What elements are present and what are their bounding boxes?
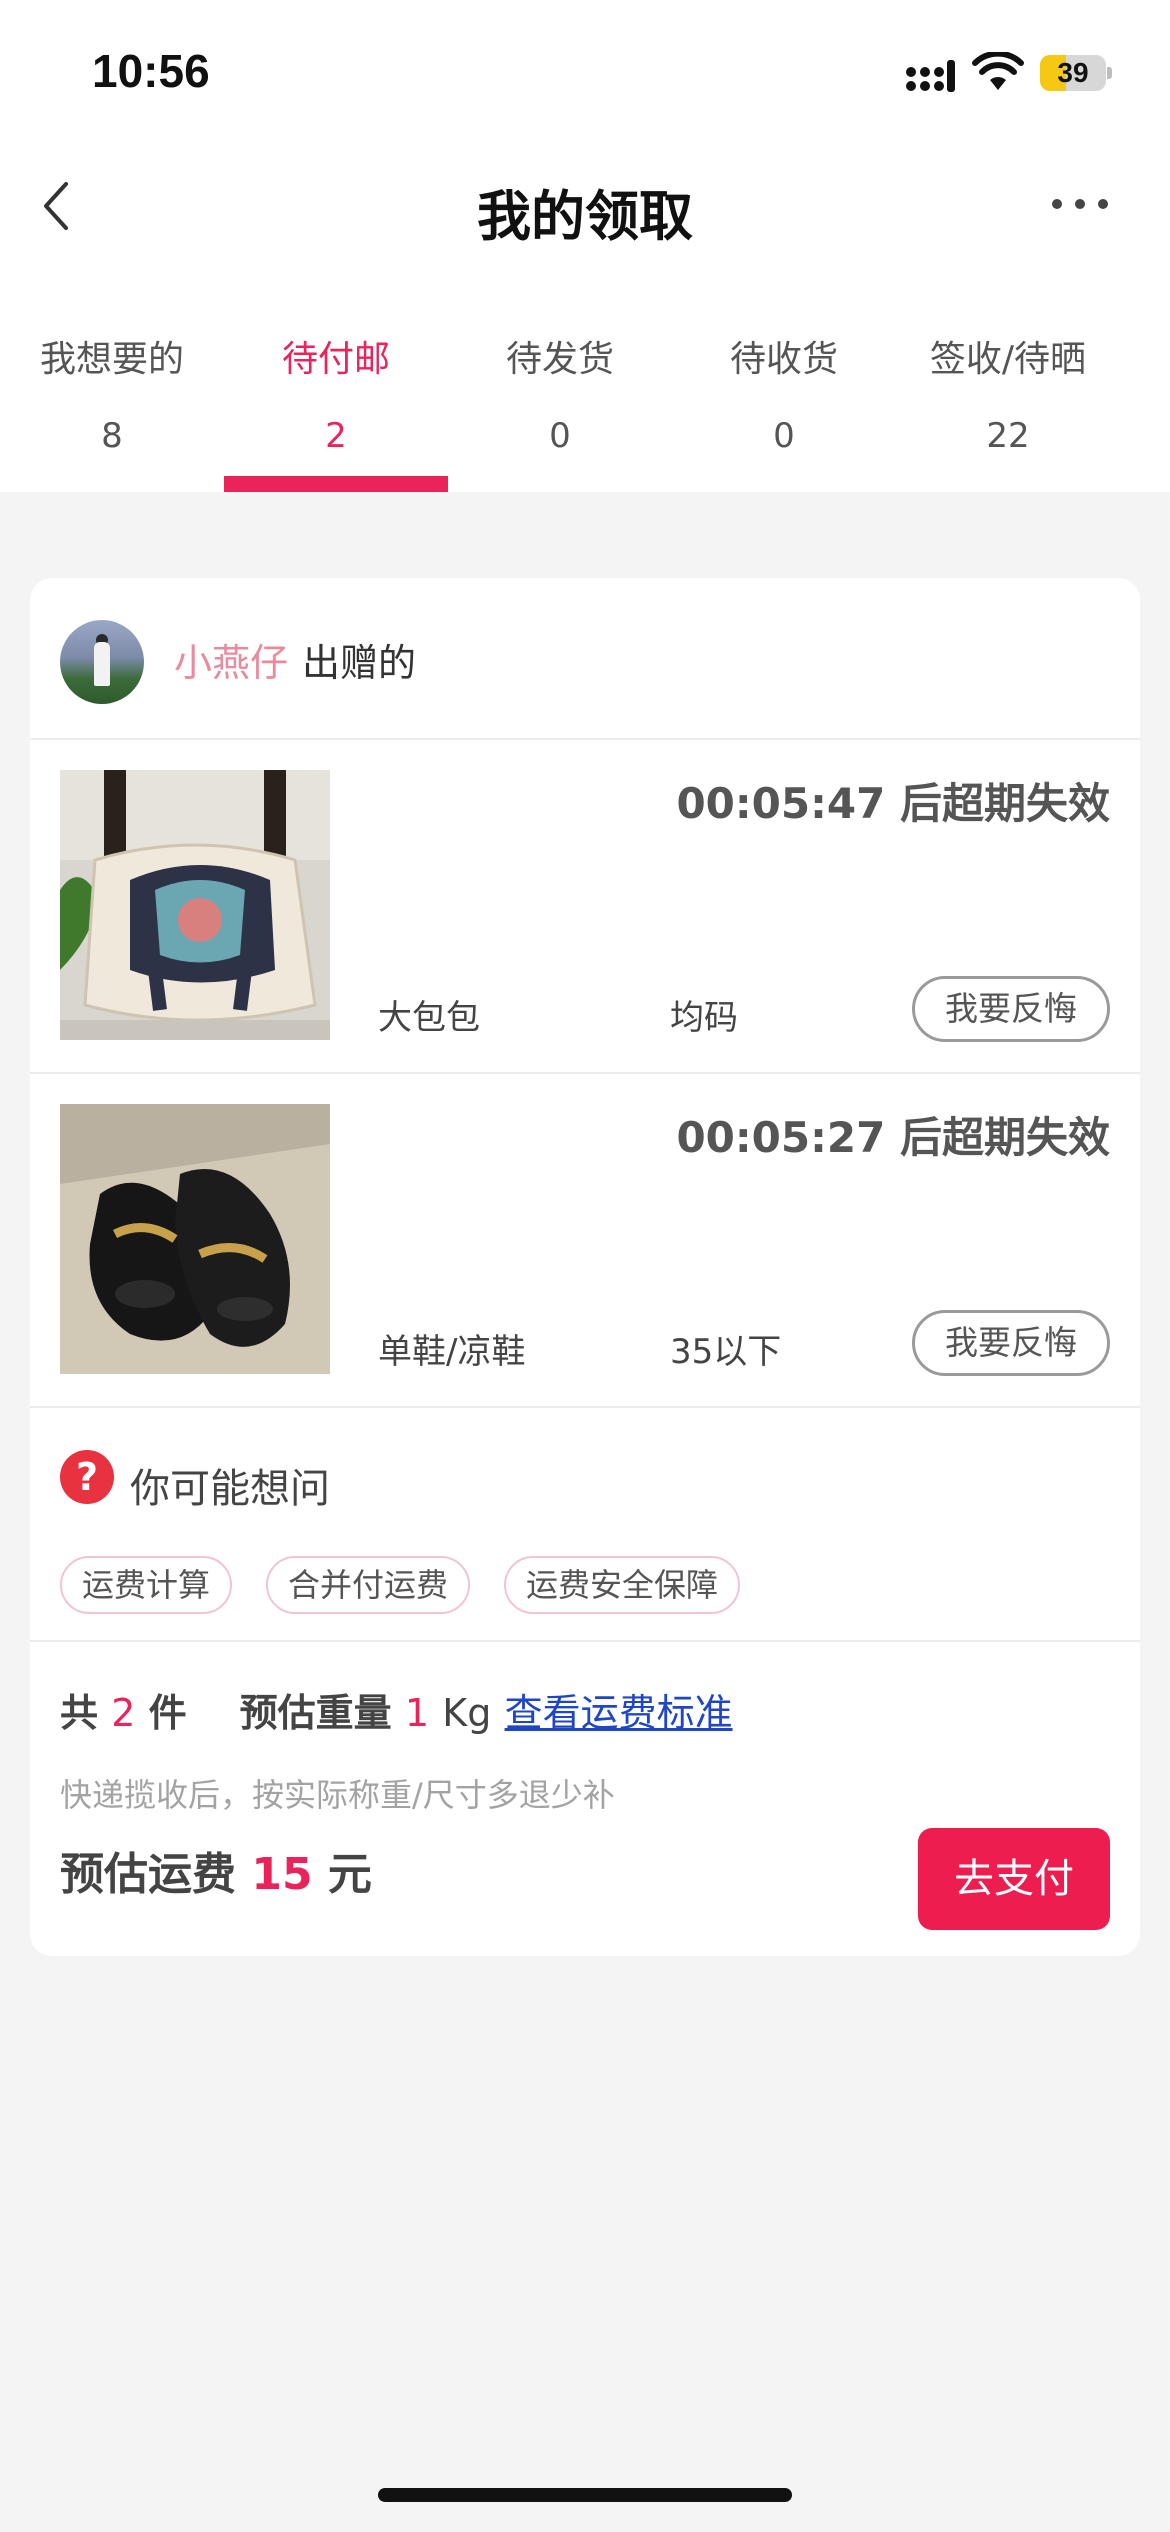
item-countdown: 00:05:47 后超期失效 [676,779,1110,828]
item-size: 均码 [670,998,738,1038]
tab-count: 8 [101,416,123,456]
fee-unit: 元 [327,1849,372,1900]
tab-count: 2 [325,416,347,456]
tab-label: 待发货 [505,339,614,380]
tab-count: 0 [773,416,795,456]
item-image-shoes[interactable] [60,1104,330,1374]
cellular-signal-icon [906,60,955,92]
fee-value: 15 [251,1849,313,1900]
avatar[interactable] [60,620,144,704]
battery-icon: 39 [1040,55,1112,91]
faq-section: ? 你可能想问 运费计算 合并付运费 运费安全保障 [30,1408,1140,1642]
faq-chips: 运费计算 合并付运费 运费安全保障 [60,1556,741,1614]
giver-header[interactable]: 小燕仔 出赠的 [30,578,1140,740]
weight-value: 1 [404,1691,430,1735]
status-time: 10:56 [92,45,210,97]
more-options-icon[interactable] [1052,196,1108,212]
tab-pending-postage[interactable]: 待付邮 2 [224,262,448,492]
fee-label: 预估运费 [60,1849,236,1900]
total-count: 2 [111,1691,136,1735]
tab-wanted[interactable]: 我想要的 8 [0,262,224,492]
item-size: 35以下 [670,1332,782,1372]
list-item[interactable]: 00:05:47 后超期失效 大包包 均码 我要反悔 [30,740,1140,1074]
item-countdown: 00:05:27 后超期失效 [676,1113,1110,1162]
item-category: 大包包 [378,998,480,1038]
fee-standard-link[interactable]: 查看运费标准 [505,1691,733,1735]
giver-suffix: 出赠的 [302,641,417,685]
tab-label: 待付邮 [281,339,390,380]
cancel-claim-button[interactable]: 我要反悔 [912,1310,1110,1376]
faq-chip-shipping-calc[interactable]: 运费计算 [60,1556,233,1614]
home-indicator[interactable] [378,2488,792,2502]
faq-chip-combined-shipping[interactable]: 合并付运费 [266,1556,471,1614]
page-title: 我的领取 [477,185,693,248]
tab-label: 我想要的 [39,339,184,380]
status-bar: 10:56 39 [0,0,1170,150]
item-category: 单鞋/凉鞋 [378,1332,526,1372]
giver-name[interactable]: 小燕仔 [174,632,288,687]
active-tab-indicator [224,476,448,492]
tab-received-review[interactable]: 签收/待晒 22 [896,262,1120,492]
question-icon: ? [60,1450,114,1504]
weight-note: 快递揽收后，按实际称重/尺寸多退少补 [60,1776,615,1814]
pay-button[interactable]: 去支付 [918,1828,1110,1930]
faq-chip-shipping-guarantee[interactable]: 运费安全保障 [504,1556,741,1614]
tab-label: 待收货 [729,339,838,380]
faq-title: 你可能想问 [130,1466,330,1512]
cancel-claim-button[interactable]: 我要反悔 [912,976,1110,1042]
order-card: 小燕仔 出赠的 00:05:47 后超期失效 大包包 均码 我要反悔 00:05… [30,578,1140,1956]
weight-label: 预估重量 [239,1691,392,1735]
item-image-bag[interactable] [60,770,330,1040]
tab-pending-receipt[interactable]: 待收货 0 [672,262,896,492]
nav-bar: 我的领取 [0,150,1170,262]
list-item[interactable]: 00:05:27 后超期失效 单鞋/凉鞋 35以下 我要反悔 [30,1074,1140,1408]
wifi-icon [972,52,1024,90]
tab-count: 0 [549,416,571,456]
total-prefix: 共 [60,1691,99,1735]
payment-summary: 共 2 件 预估重量 1 Kg 查看运费标准 快递揽收后，按实际称重/尺寸多退少… [30,1642,1140,1952]
tab-count: 22 [986,416,1030,456]
total-suffix: 件 [148,1691,187,1735]
weight-unit: Kg [442,1691,492,1735]
estimated-fee: 预估运费 15 元 [60,1838,372,1902]
tab-label: 签收/待晒 [929,339,1087,380]
summary-line: 共 2 件 预估重量 1 Kg 查看运费标准 [60,1682,733,1737]
tab-pending-shipment[interactable]: 待发货 0 [448,262,672,492]
battery-level: 39 [1057,57,1089,88]
order-status-tabs: 我想要的 8 待付邮 2 待发货 0 待收货 0 签收/待晒 22 [0,262,1170,492]
